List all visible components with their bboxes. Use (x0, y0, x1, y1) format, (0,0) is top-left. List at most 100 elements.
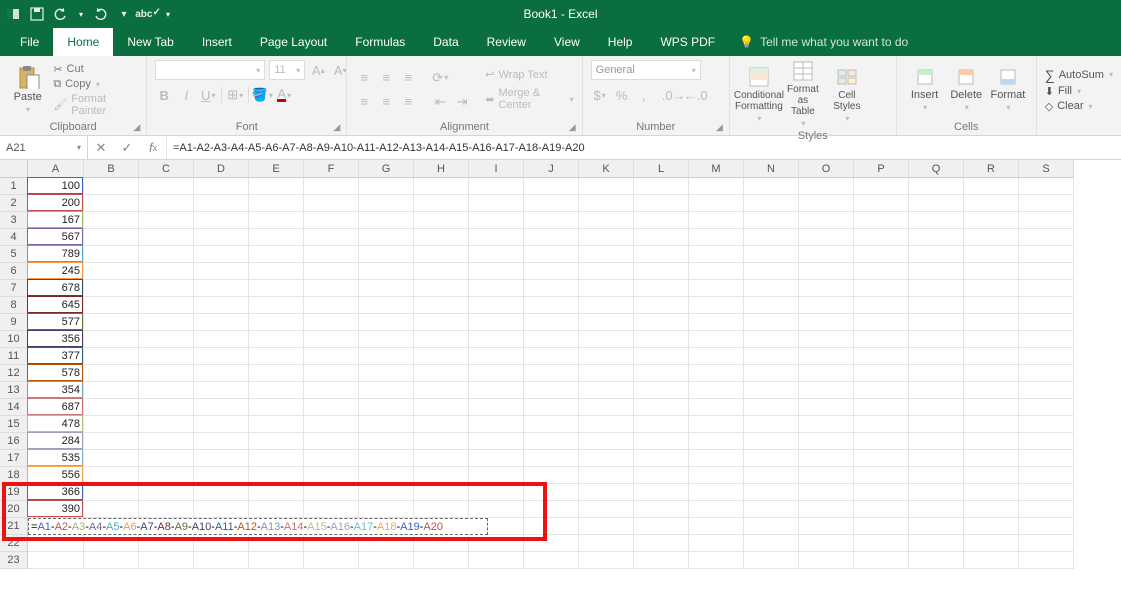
cell-J21[interactable] (524, 518, 579, 535)
cell-J3[interactable] (524, 212, 579, 229)
cell-G10[interactable] (359, 331, 414, 348)
cell-S8[interactable] (1019, 297, 1074, 314)
cell-D18[interactable] (194, 467, 249, 484)
row-header-16[interactable]: 16 (0, 433, 28, 450)
cell-R2[interactable] (964, 195, 1019, 212)
cell-R23[interactable] (964, 552, 1019, 569)
cell-L6[interactable] (634, 263, 689, 280)
cell-G6[interactable] (359, 263, 414, 280)
cell-E1[interactable] (249, 178, 304, 195)
cell-A6[interactable]: 245 (28, 263, 84, 280)
cell-O1[interactable] (799, 178, 854, 195)
cell-I6[interactable] (469, 263, 524, 280)
cell-G11[interactable] (359, 348, 414, 365)
cell-H17[interactable] (414, 450, 469, 467)
cell-D8[interactable] (194, 297, 249, 314)
cell-P20[interactable] (854, 501, 909, 518)
cell-R20[interactable] (964, 501, 1019, 518)
cell-F3[interactable] (304, 212, 359, 229)
cell-C4[interactable] (139, 229, 194, 246)
tab-file[interactable]: File (6, 28, 53, 56)
cell-O8[interactable] (799, 297, 854, 314)
row-header-20[interactable]: 20 (0, 501, 28, 518)
cell-N20[interactable] (744, 501, 799, 518)
insert-cells-button[interactable]: Insert▾ (905, 67, 945, 112)
redo-icon[interactable] (93, 7, 107, 21)
col-header-O[interactable]: O (799, 160, 854, 178)
cell-O12[interactable] (799, 365, 854, 382)
col-header-F[interactable]: F (304, 160, 359, 178)
cell-E23[interactable] (249, 552, 304, 569)
cell-R10[interactable] (964, 331, 1019, 348)
cell-O18[interactable] (799, 467, 854, 484)
cell-H5[interactable] (414, 246, 469, 263)
cell-A18[interactable]: 556 (28, 467, 84, 484)
cell-area[interactable]: 1002001675677892456786455773563775783546… (28, 178, 1074, 569)
cell-M5[interactable] (689, 246, 744, 263)
cell-M15[interactable] (689, 416, 744, 433)
cell-L23[interactable] (634, 552, 689, 569)
cell-A10[interactable]: 356 (28, 331, 84, 348)
cell-O16[interactable] (799, 433, 854, 450)
cell-O11[interactable] (799, 348, 854, 365)
cell-F8[interactable] (304, 297, 359, 314)
cell-I3[interactable] (469, 212, 524, 229)
cell-I1[interactable] (469, 178, 524, 195)
cell-S15[interactable] (1019, 416, 1074, 433)
cell-F9[interactable] (304, 314, 359, 331)
cell-F16[interactable] (304, 433, 359, 450)
cell-S18[interactable] (1019, 467, 1074, 484)
cell-P8[interactable] (854, 297, 909, 314)
cell-P18[interactable] (854, 467, 909, 484)
cell-B13[interactable] (84, 382, 139, 399)
cell-P9[interactable] (854, 314, 909, 331)
italic-button[interactable]: I (177, 86, 195, 104)
cell-C15[interactable] (139, 416, 194, 433)
cell-F18[interactable] (304, 467, 359, 484)
comma-icon[interactable]: , (635, 86, 653, 104)
row-header-5[interactable]: 5 (0, 246, 28, 263)
cell-C11[interactable] (139, 348, 194, 365)
cell-C5[interactable] (139, 246, 194, 263)
cell-K20[interactable] (579, 501, 634, 518)
cell-R18[interactable] (964, 467, 1019, 484)
conditional-formatting-button[interactable]: Conditional Formatting▾ (738, 66, 780, 123)
cell-J11[interactable] (524, 348, 579, 365)
tab-data[interactable]: Data (419, 28, 472, 56)
cell-D17[interactable] (194, 450, 249, 467)
row-header-13[interactable]: 13 (0, 382, 28, 399)
cell-H3[interactable] (414, 212, 469, 229)
cell-N19[interactable] (744, 484, 799, 501)
cell-K13[interactable] (579, 382, 634, 399)
cell-J20[interactable] (524, 501, 579, 518)
cell-R7[interactable] (964, 280, 1019, 297)
cell-A3[interactable]: 167 (28, 212, 84, 229)
cell-A16[interactable]: 284 (28, 433, 84, 450)
cell-E9[interactable] (249, 314, 304, 331)
cell-M12[interactable] (689, 365, 744, 382)
cell-A20[interactable]: 390 (28, 501, 84, 518)
cell-K12[interactable] (579, 365, 634, 382)
cell-I7[interactable] (469, 280, 524, 297)
cell-M8[interactable] (689, 297, 744, 314)
cell-S20[interactable] (1019, 501, 1074, 518)
cell-P15[interactable] (854, 416, 909, 433)
col-header-Q[interactable]: Q (909, 160, 964, 178)
cell-S17[interactable] (1019, 450, 1074, 467)
cell-R22[interactable] (964, 535, 1019, 552)
cell-G14[interactable] (359, 399, 414, 416)
align-bottom-icon[interactable]: ≡ (399, 69, 417, 87)
cell-S14[interactable] (1019, 399, 1074, 416)
cell-C19[interactable] (139, 484, 194, 501)
cell-N2[interactable] (744, 195, 799, 212)
tab-review[interactable]: Review (473, 28, 540, 56)
cell-N18[interactable] (744, 467, 799, 484)
row-header-9[interactable]: 9 (0, 314, 28, 331)
cell-G16[interactable] (359, 433, 414, 450)
cell-Q1[interactable] (909, 178, 964, 195)
cell-A2[interactable]: 200 (28, 195, 84, 212)
font-color-button[interactable]: A▾ (275, 86, 293, 104)
cell-C3[interactable] (139, 212, 194, 229)
cell-I18[interactable] (469, 467, 524, 484)
cell-Q23[interactable] (909, 552, 964, 569)
